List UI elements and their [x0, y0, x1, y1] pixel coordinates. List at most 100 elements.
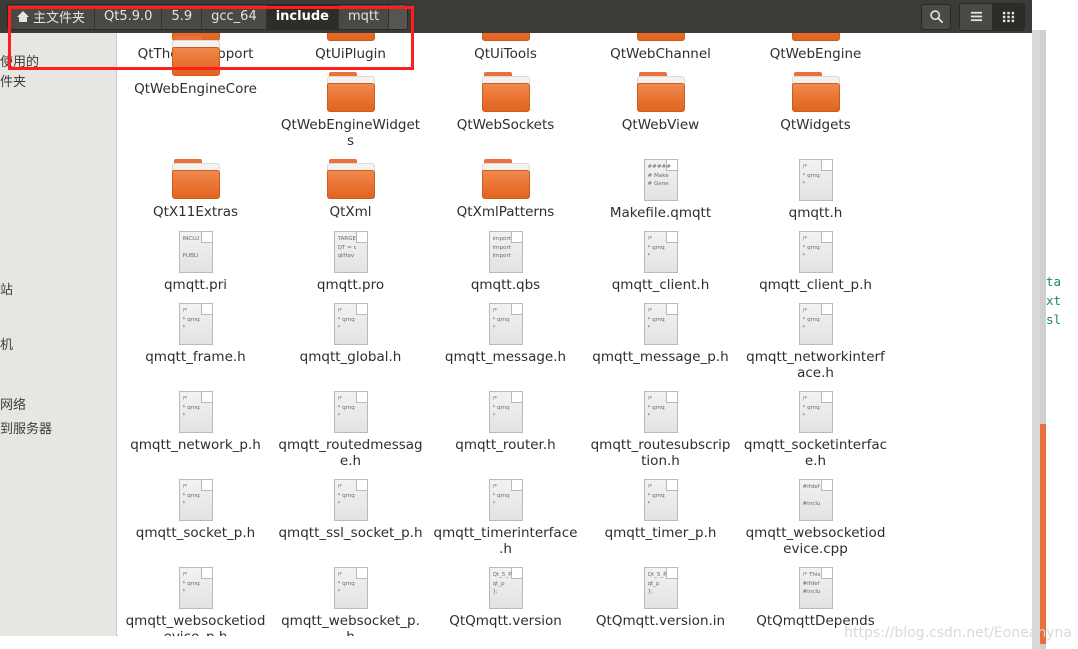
- item-label: QtXmlPatterns: [456, 204, 555, 220]
- file-preview-text: #ifdef #inclu: [802, 484, 821, 507]
- file-preview-text: /* * qmq *: [802, 396, 820, 419]
- folder-item[interactable]: QtXmlPatterns: [428, 155, 583, 227]
- folder-icon: [636, 33, 685, 42]
- file-icon: /* * qmq *: [643, 303, 678, 345]
- file-preview-text: /* * qmq *: [182, 308, 200, 331]
- file-preview-text: INCLU PUBLI: [182, 236, 200, 259]
- file-icon: ##### # Make # Gene: [643, 159, 678, 201]
- file-item[interactable]: /* * qmq * qmqtt_network_p.h: [118, 387, 273, 475]
- breadcrumb-label: 主文件夹: [33, 11, 86, 26]
- sidebar-item[interactable]: 站: [0, 283, 116, 298]
- folder-item[interactable]: QtUiTools: [428, 33, 583, 68]
- item-label: QtUiPlugin: [315, 46, 386, 62]
- folder-item[interactable]: QtUiPlugin: [273, 33, 428, 68]
- item-label: qmqtt_websocketiodevice.cpp: [745, 525, 886, 557]
- item-label: QtQmqtt.version: [449, 613, 562, 629]
- item-label: qmqtt_routedmessage.h: [278, 437, 423, 469]
- file-item[interactable]: /* * qmq * qmqtt_router.h: [428, 387, 583, 475]
- file-preview-text: /* * qmq *: [182, 572, 200, 595]
- file-item[interactable]: /* * qmq * qmqtt_global.h: [273, 299, 428, 387]
- file-icon: Qt_5_P qt_p};: [488, 567, 523, 609]
- file-item[interactable]: /* * qmq * qmqtt_ssl_socket_p.h: [273, 475, 428, 563]
- file-item[interactable]: /* * qmq * qmqtt_socket_p.h: [118, 475, 273, 563]
- breadcrumb-item-5.9[interactable]: 5.9: [162, 4, 203, 29]
- file-item[interactable]: /* * qmq * qmqtt_message.h: [428, 299, 583, 387]
- sidebar-item[interactable]: 网络: [0, 398, 116, 413]
- file-icon: /* * qmq *: [798, 303, 833, 345]
- folder-item[interactable]: QtWebEngineCore: [118, 33, 273, 155]
- file-preview-text: /* * qmq *: [182, 396, 200, 419]
- file-item[interactable]: /* * qmq * qmqtt_routedmessage.h: [273, 387, 428, 475]
- file-item[interactable]: Qt_5_P qt_p}; QtQmqtt.version: [428, 563, 583, 636]
- file-icon: /* * qmq *: [178, 567, 213, 609]
- folder-item[interactable]: QtXml: [273, 155, 428, 227]
- file-item[interactable]: Qt_5_P qt_p}; QtQmqtt.version.in: [583, 563, 738, 636]
- file-item[interactable]: import import import qmqtt.qbs: [428, 227, 583, 299]
- breadcrumb-item-include[interactable]: include: [266, 4, 339, 29]
- search-button[interactable]: [921, 3, 951, 30]
- list-view-icon: [970, 11, 982, 22]
- file-item[interactable]: /* * qmq * qmqtt_client.h: [583, 227, 738, 299]
- file-list-area[interactable]: QtThemeSupportQtUiPluginQtUiToolsQtWebCh…: [118, 33, 1032, 636]
- item-label: qmqtt_routesubscription.h: [590, 437, 731, 469]
- file-preview-text: /* * qmq *: [337, 396, 355, 419]
- folder-item[interactable]: QtWebView: [583, 68, 738, 155]
- file-item[interactable]: /** qmq* qmqtt_websocketiodevice_p.h: [118, 563, 273, 636]
- file-item[interactable]: TARGE QT = c qtHav qmqtt.pro: [273, 227, 428, 299]
- file-item[interactable]: /* * qmq * qmqtt_frame.h: [118, 299, 273, 387]
- file-item[interactable]: #ifdef #inclu qmqtt_websocketiodevice.cpp: [738, 475, 893, 563]
- file-icon: /* * qmq *: [178, 391, 213, 433]
- folder-icon: [481, 72, 530, 113]
- item-label: qmqtt.pro: [316, 277, 385, 293]
- item-label: qmqtt.qbs: [470, 277, 541, 293]
- file-item[interactable]: /* * qmq * qmqtt_timer_p.h: [583, 475, 738, 563]
- file-icon: /* * qmq *: [178, 479, 213, 521]
- item-label: QtX11Extras: [152, 204, 238, 220]
- item-label: qmqtt_networkinterface.h: [746, 349, 885, 381]
- file-item[interactable]: /* * qmq * qmqtt_message_p.h: [583, 299, 738, 387]
- item-label: qmqtt_message.h: [444, 349, 567, 365]
- sidebar-item[interactable]: 到服务器: [0, 422, 116, 437]
- sidebar-item[interactable]: 件夹: [0, 75, 116, 90]
- folder-item[interactable]: QtWebEngine: [738, 33, 893, 68]
- item-label: qmqtt_timerinterface.h: [433, 525, 578, 557]
- list-view-button[interactable]: [960, 3, 992, 30]
- file-item[interactable]: /* * qmq * qmqtt_timerinterface.h: [428, 475, 583, 563]
- sidebar-item[interactable]: 使用的: [0, 55, 116, 70]
- file-item[interactable]: /** qmq* qmqtt_websocket_p.h: [273, 563, 428, 636]
- breadcrumb-item-Qt5.9.0[interactable]: Qt5.9.0: [95, 4, 163, 29]
- breadcrumb-item-mqtt[interactable]: mqtt: [338, 4, 390, 29]
- folder-item[interactable]: QtWebSockets: [428, 68, 583, 155]
- file-item[interactable]: /* * qmq * qmqtt_networkinterface.h: [738, 299, 893, 387]
- file-icon: /* This #ifdef #inclu: [798, 567, 833, 609]
- item-label: qmqtt_router.h: [455, 437, 556, 453]
- item-label: qmqtt_frame.h: [145, 349, 246, 365]
- file-icon: /* * qmq *: [798, 391, 833, 433]
- breadcrumb-item-gcc_64[interactable]: gcc_64: [202, 4, 267, 29]
- file-icon: /* * qmq *: [643, 479, 678, 521]
- breadcrumb[interactable]: 主文件夹 Qt5.9.0 5.9 gcc_64 include mqtt: [7, 3, 409, 30]
- search-icon: [929, 10, 943, 24]
- breadcrumb-overflow[interactable]: [389, 4, 408, 29]
- file-item[interactable]: /* * qmq * qmqtt_routesubscription.h: [583, 387, 738, 475]
- file-icon: /* * qmq *: [488, 391, 523, 433]
- folder-item[interactable]: QtWebEngineWidgets: [273, 68, 428, 155]
- breadcrumb-item-主文件夹[interactable]: 主文件夹: [8, 4, 96, 29]
- file-item[interactable]: ##### # Make # Gene Makefile.qmqtt: [583, 155, 738, 227]
- file-preview-text: /* * qmq *: [337, 308, 355, 331]
- file-item[interactable]: /* * qmq * qmqtt_socketinterface.h: [738, 387, 893, 475]
- file-item[interactable]: /* * qmq * qmqtt.h: [738, 155, 893, 227]
- folder-item[interactable]: QtWidgets: [738, 68, 893, 155]
- watermark: https://blog.csdn.net/Eoneanyna: [844, 625, 1072, 641]
- folder-icon: [171, 36, 220, 77]
- folder-item[interactable]: QtWebChannel: [583, 33, 738, 68]
- grid-view-button[interactable]: [992, 3, 1024, 30]
- file-item[interactable]: INCLU PUBLI qmqtt.pri: [118, 227, 273, 299]
- sidebar-item[interactable]: 机: [0, 338, 116, 353]
- item-label: QtWebView: [621, 117, 700, 133]
- folder-item[interactable]: QtX11Extras: [118, 155, 273, 227]
- file-item[interactable]: /* * qmq * qmqtt_client_p.h: [738, 227, 893, 299]
- file-preview-text: ##### # Make # Gene: [647, 164, 671, 187]
- file-icon: /* * qmq *: [333, 303, 368, 345]
- item-label: qmqtt_websocketiodevice_p.h: [125, 613, 266, 636]
